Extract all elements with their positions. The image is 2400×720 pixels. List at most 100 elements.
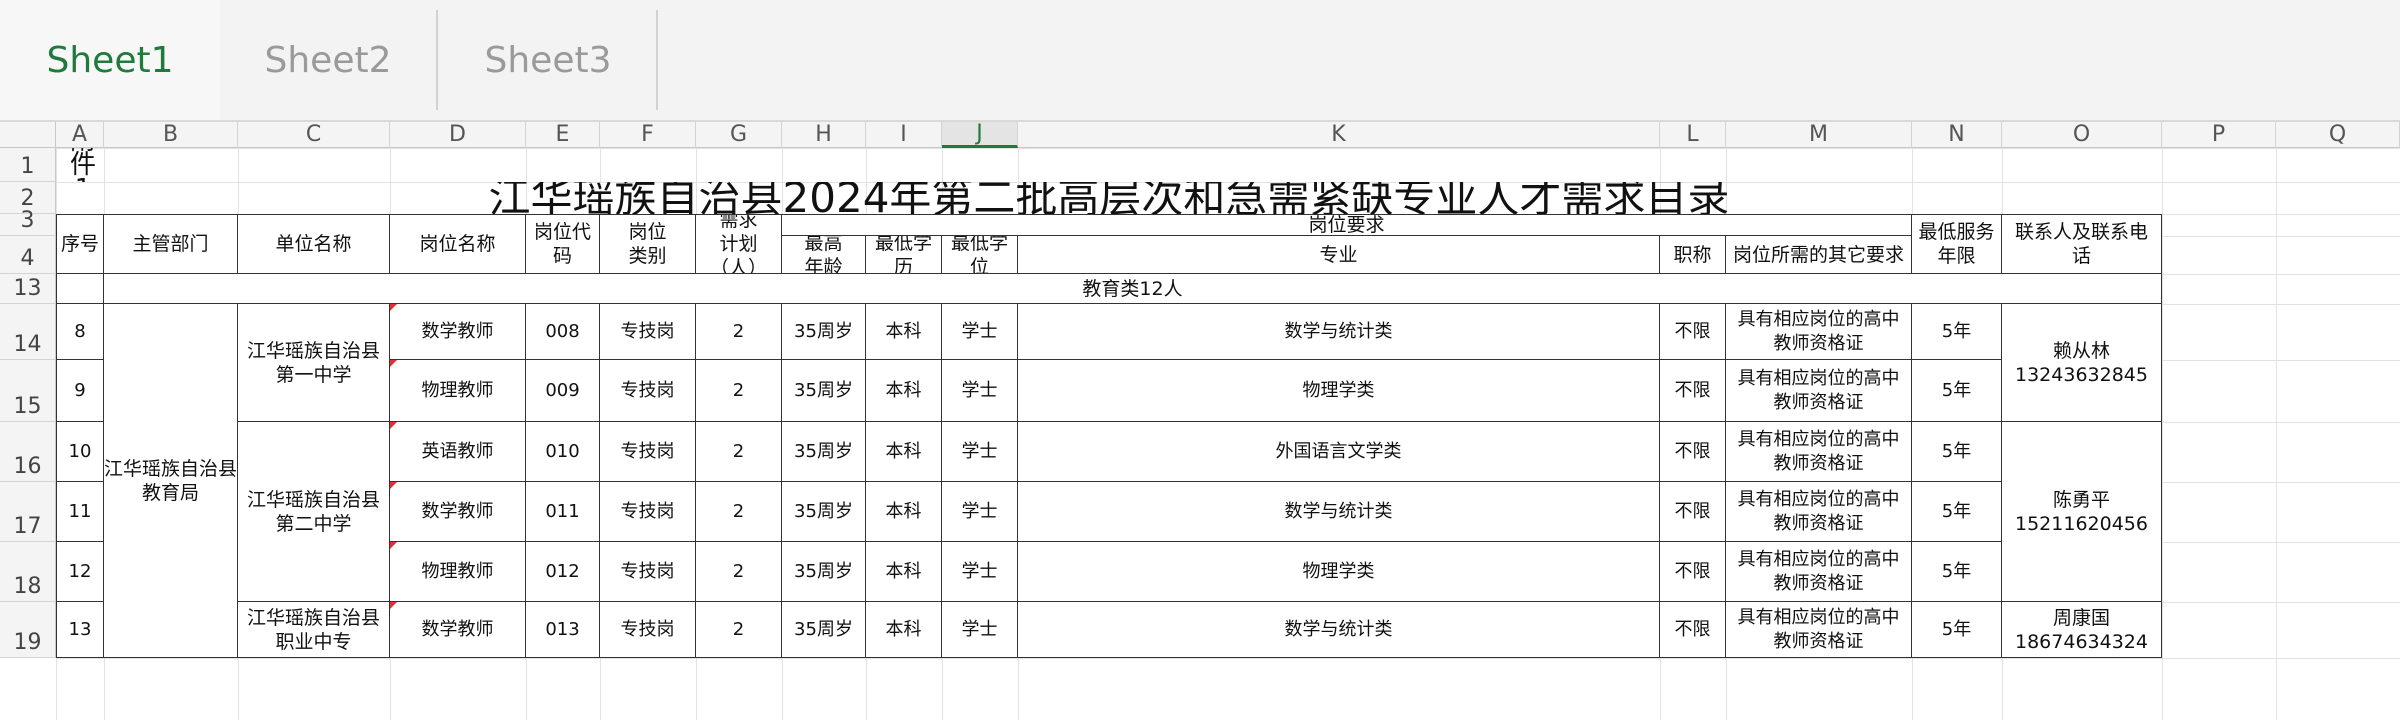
tab-sheet2[interactable]: Sheet2 <box>220 0 436 120</box>
record-type-cell[interactable]: 专技岗 <box>600 304 696 360</box>
record-seq-cell[interactable]: 8 <box>56 304 104 360</box>
unit-cell[interactable]: 江华瑶族自治县 第一中学 <box>238 304 390 422</box>
record-degree-cell[interactable]: 学士 <box>942 304 1018 360</box>
contact-cell[interactable]: 陈勇平 15211620456 <box>2002 422 2162 602</box>
record-title-cell[interactable]: 不限 <box>1660 542 1726 602</box>
record-edu-cell[interactable]: 本科 <box>866 542 942 602</box>
record-title-cell[interactable]: 不限 <box>1660 360 1726 422</box>
record-other-cell[interactable]: 具有相应岗位的高中 教师资格证 <box>1726 482 1912 542</box>
row-header-16[interactable]: 16 <box>0 422 56 482</box>
row-header-14[interactable]: 14 <box>0 304 56 360</box>
column-header-h[interactable]: H <box>782 122 866 148</box>
column-header-e[interactable]: E <box>526 122 600 148</box>
column-header-k[interactable]: K <box>1018 122 1660 148</box>
record-major-cell[interactable]: 数学与统计类 <box>1018 304 1660 360</box>
record-type-cell[interactable]: 专技岗 <box>600 542 696 602</box>
column-header-g[interactable]: G <box>696 122 782 148</box>
record-seq-cell[interactable]: 11 <box>56 482 104 542</box>
record-age-cell[interactable]: 35周岁 <box>782 304 866 360</box>
dept-cell[interactable]: 江华瑶族自治县 教育局 <box>104 304 238 658</box>
record-edu-cell[interactable]: 本科 <box>866 602 942 658</box>
attachment-cell[interactable]: 附件1 <box>56 148 104 182</box>
record-degree-cell[interactable]: 学士 <box>942 602 1018 658</box>
record-post-cell[interactable]: 英语教师 <box>390 422 526 482</box>
header-type[interactable]: 岗位 类别 <box>600 214 696 274</box>
header-contact[interactable]: 联系人及联系电 话 <box>2002 214 2162 274</box>
record-post-cell[interactable]: 物理教师 <box>390 542 526 602</box>
record-other-cell[interactable]: 具有相应岗位的高中 教师资格证 <box>1726 542 1912 602</box>
record-major-cell[interactable]: 数学与统计类 <box>1018 482 1660 542</box>
column-header-d[interactable]: D <box>390 122 526 148</box>
row-header-17[interactable]: 17 <box>0 482 56 542</box>
record-title-cell[interactable]: 不限 <box>1660 602 1726 658</box>
record-service-cell[interactable]: 5年 <box>1912 482 2002 542</box>
header-plan[interactable]: 需求 计划 （人） <box>696 214 782 274</box>
record-major-cell[interactable]: 外国语言文学类 <box>1018 422 1660 482</box>
column-header-q[interactable]: Q <box>2276 122 2400 148</box>
header-min-edu[interactable]: 最低学 历 <box>866 236 942 274</box>
select-all-corner[interactable] <box>0 122 56 148</box>
record-title-cell[interactable]: 不限 <box>1660 482 1726 542</box>
record-seq-cell[interactable]: 10 <box>56 422 104 482</box>
record-code-cell[interactable]: 013 <box>526 602 600 658</box>
record-plan-cell[interactable]: 2 <box>696 602 782 658</box>
header-requirements[interactable]: 岗位要求 <box>782 214 1912 236</box>
record-other-cell[interactable]: 具有相应岗位的高中 教师资格证 <box>1726 422 1912 482</box>
record-service-cell[interactable]: 5年 <box>1912 542 2002 602</box>
row-header-3[interactable]: 3 <box>0 208 56 236</box>
record-degree-cell[interactable]: 学士 <box>942 422 1018 482</box>
record-plan-cell[interactable]: 2 <box>696 482 782 542</box>
record-seq-cell[interactable]: 9 <box>56 360 104 422</box>
record-plan-cell[interactable]: 2 <box>696 422 782 482</box>
record-code-cell[interactable]: 010 <box>526 422 600 482</box>
record-code-cell[interactable]: 011 <box>526 482 600 542</box>
record-post-cell[interactable]: 数学教师 <box>390 304 526 360</box>
record-service-cell[interactable]: 5年 <box>1912 360 2002 422</box>
record-post-cell[interactable]: 物理教师 <box>390 360 526 422</box>
record-age-cell[interactable]: 35周岁 <box>782 360 866 422</box>
section-label-cell[interactable]: 教育类12人 <box>104 274 2162 304</box>
record-age-cell[interactable]: 35周岁 <box>782 602 866 658</box>
record-edu-cell[interactable]: 本科 <box>866 360 942 422</box>
header-max-age[interactable]: 最高 年龄 <box>782 236 866 274</box>
unit-cell[interactable]: 江华瑶族自治县 职业中专 <box>238 602 390 658</box>
record-title-cell[interactable]: 不限 <box>1660 304 1726 360</box>
tab-sheet3[interactable]: Sheet3 <box>438 0 658 120</box>
record-code-cell[interactable]: 009 <box>526 360 600 422</box>
record-code-cell[interactable]: 012 <box>526 542 600 602</box>
column-header-f[interactable]: F <box>600 122 696 148</box>
column-header-m[interactable]: M <box>1726 122 1912 148</box>
record-major-cell[interactable]: 数学与统计类 <box>1018 602 1660 658</box>
column-header-c[interactable]: C <box>238 122 390 148</box>
record-type-cell[interactable]: 专技岗 <box>600 360 696 422</box>
record-title-cell[interactable]: 不限 <box>1660 422 1726 482</box>
record-other-cell[interactable]: 具有相应岗位的高中 教师资格证 <box>1726 360 1912 422</box>
record-type-cell[interactable]: 专技岗 <box>600 482 696 542</box>
record-code-cell[interactable]: 008 <box>526 304 600 360</box>
section-seq-cell[interactable] <box>56 274 104 304</box>
row-header-4[interactable]: 4 <box>0 236 56 274</box>
header-min-degree[interactable]: 最低学 位 <box>942 236 1018 274</box>
record-major-cell[interactable]: 物理学类 <box>1018 360 1660 422</box>
record-age-cell[interactable]: 35周岁 <box>782 542 866 602</box>
column-header-n[interactable]: N <box>1912 122 2002 148</box>
record-degree-cell[interactable]: 学士 <box>942 360 1018 422</box>
record-plan-cell[interactable]: 2 <box>696 542 782 602</box>
record-type-cell[interactable]: 专技岗 <box>600 422 696 482</box>
tab-sheet1[interactable]: Sheet1 <box>0 0 220 120</box>
record-degree-cell[interactable]: 学士 <box>942 482 1018 542</box>
record-service-cell[interactable]: 5年 <box>1912 602 2002 658</box>
column-header-a[interactable]: A <box>56 122 104 148</box>
header-other[interactable]: 岗位所需的其它要求 <box>1726 236 1912 274</box>
row-header-13[interactable]: 13 <box>0 274 56 304</box>
contact-cell[interactable]: 周康国 18674634324 <box>2002 602 2162 658</box>
header-service[interactable]: 最低服务 年限 <box>1912 214 2002 274</box>
column-header-l[interactable]: L <box>1660 122 1726 148</box>
record-edu-cell[interactable]: 本科 <box>866 304 942 360</box>
record-age-cell[interactable]: 35周岁 <box>782 422 866 482</box>
record-age-cell[interactable]: 35周岁 <box>782 482 866 542</box>
record-degree-cell[interactable]: 学士 <box>942 542 1018 602</box>
record-post-cell[interactable]: 数学教师 <box>390 482 526 542</box>
unit-cell[interactable]: 江华瑶族自治县 第二中学 <box>238 422 390 602</box>
column-header-p[interactable]: P <box>2162 122 2276 148</box>
